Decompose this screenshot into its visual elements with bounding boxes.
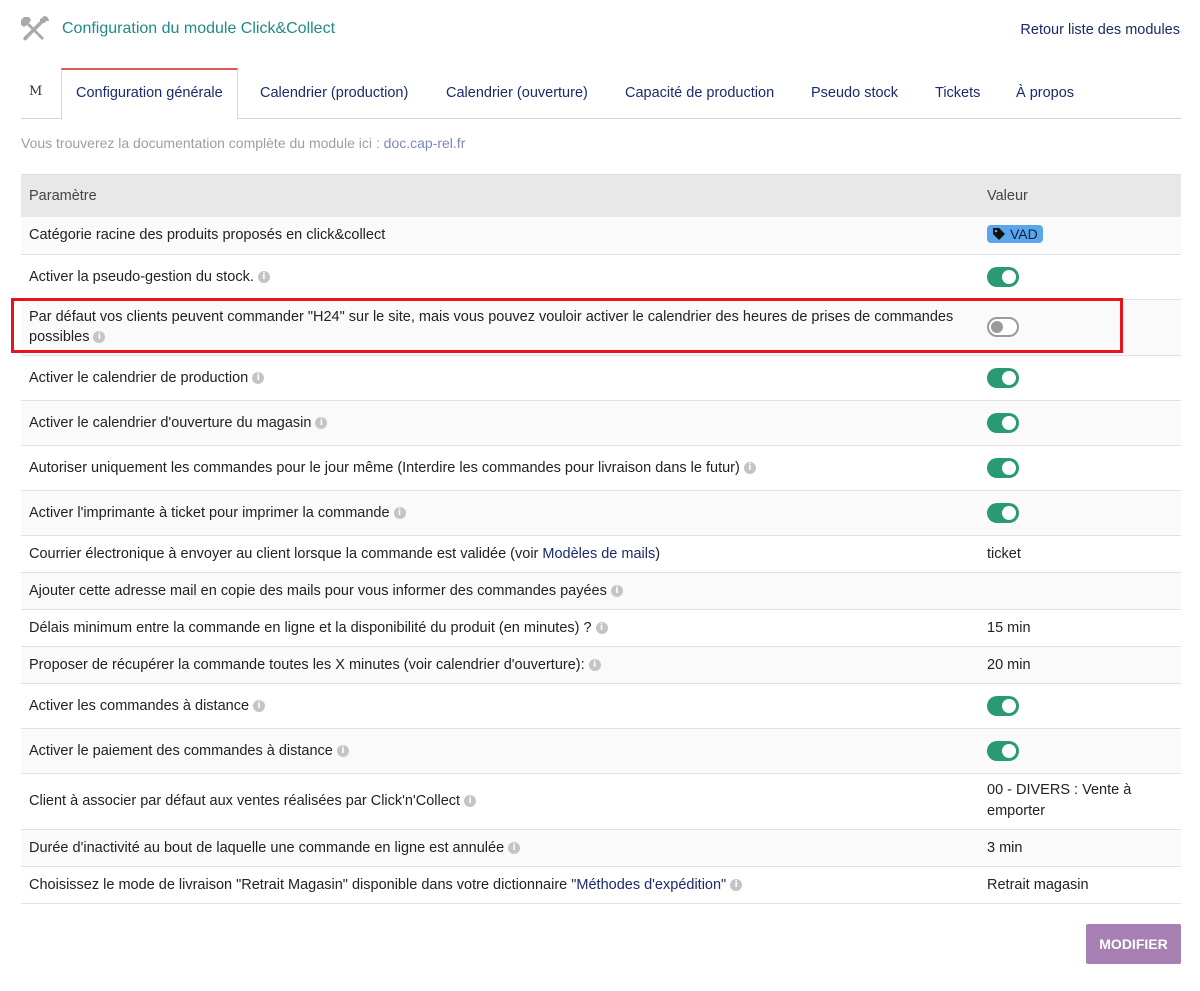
documentation-link[interactable]: doc.cap-rel.fr (384, 135, 466, 151)
tab-capacite-production[interactable]: Capacité de production (625, 68, 774, 118)
row-value: Retrait magasin (979, 866, 1181, 904)
mail-templates-link[interactable]: Modèles de mails (542, 546, 655, 562)
info-icon[interactable]: i (610, 584, 623, 597)
row-label: Activer les commandes à distance (29, 697, 250, 714)
row-value: 3 min (979, 829, 1181, 867)
tab-tickets[interactable]: Tickets (935, 68, 980, 118)
row-label: Catégorie racine des produits proposés e… (21, 217, 979, 255)
table-row: Activer le calendrier d'ouverture du mag… (21, 400, 1181, 446)
info-icon[interactable]: i (588, 658, 601, 671)
row-label: Client à associer par défaut aux ventes … (29, 793, 461, 809)
table-row: Activer l'imprimante à ticket pour impri… (21, 490, 1181, 536)
row-label: Activer la pseudo-gestion du stock. (29, 268, 254, 285)
row-value (979, 572, 1181, 610)
info-icon[interactable]: i (743, 461, 756, 474)
info-icon[interactable]: i (595, 621, 608, 634)
row-label: Courrier électronique à envoyer au clien… (29, 545, 543, 562)
row-label: Ajouter cette adresse mail en copie des … (29, 582, 607, 599)
row-label: Proposer de récupérer la commande toutes… (29, 656, 585, 673)
page-header: Configuration du module Click&Collect Re… (20, 14, 1180, 46)
table-row: Courrier électronique à envoyer au clien… (21, 535, 1181, 573)
info-icon[interactable]: i (253, 699, 266, 712)
category-tag[interactable]: VAD (987, 225, 1043, 244)
row-label: Autoriser uniquement les commandes pour … (29, 459, 740, 476)
table-row: Client à associer par défaut aux ventes … (21, 773, 1181, 830)
back-to-modules-link[interactable]: Retour liste des modules (1020, 22, 1180, 38)
column-header-parametre: Paramètre (21, 174, 979, 217)
toggle-remote-payment[interactable] (987, 740, 1019, 761)
info-icon[interactable]: i (393, 506, 406, 519)
row-value: 15 min (979, 609, 1181, 647)
info-icon[interactable]: i (464, 795, 477, 808)
info-icon[interactable]: i (336, 744, 349, 757)
modify-button[interactable]: MODIFIER (1086, 924, 1181, 964)
documentation-note: Vous trouverez la documentation complète… (21, 135, 465, 151)
row-label: Durée d'inactivité au bout de laquelle u… (29, 839, 505, 856)
tab-a-propos[interactable]: À propos (1016, 68, 1074, 118)
table-row: Activer la pseudo-gestion du stock. i (21, 254, 1181, 300)
tab-bar: M Configuration générale Calendrier (pro… (21, 68, 1181, 120)
table-row: Activer le calendrier de production i (21, 355, 1181, 401)
category-tag-label: VAD (1010, 226, 1038, 243)
tab-m[interactable]: M (29, 84, 42, 99)
row-label-suffix: ) (655, 545, 661, 562)
row-label: Par défaut vos clients peuvent commander… (29, 309, 954, 345)
table-row: Proposer de récupérer la commande toutes… (21, 646, 1181, 684)
documentation-text: Vous trouverez la documentation complète… (21, 135, 384, 151)
info-icon[interactable]: i (730, 878, 743, 891)
table-row: Par défaut vos clients peuvent commander… (21, 299, 1181, 356)
row-value: 00 - DIVERS : Vente à emporter (979, 773, 1181, 830)
row-label: Activer le paiement des commandes à dist… (29, 742, 333, 759)
tag-icon (993, 228, 1005, 241)
toggle-h24-calendar[interactable] (987, 317, 1019, 337)
parameters-table: Paramètre Valeur Catégorie racine des pr… (21, 174, 1181, 904)
table-row: Durée d'inactivité au bout de laquelle u… (21, 829, 1181, 867)
table-row: Activer le paiement des commandes à dist… (21, 728, 1181, 774)
tab-calendrier-ouverture[interactable]: Calendrier (ouverture) (446, 68, 588, 118)
toggle-ticket-printer[interactable] (987, 502, 1019, 523)
row-value: ticket (979, 535, 1181, 573)
table-row: Autoriser uniquement les commandes pour … (21, 445, 1181, 491)
table-row: Catégorie racine des produits proposés e… (21, 217, 1181, 255)
row-value: 20 min (979, 646, 1181, 684)
toggle-same-day-orders[interactable] (987, 457, 1019, 478)
toggle-production-calendar[interactable] (987, 367, 1019, 388)
page-title: Configuration du module Click&Collect (62, 20, 336, 37)
table-row: Activer les commandes à distance i (21, 683, 1181, 729)
row-label: Délais minimum entre la commande en lign… (29, 619, 592, 636)
shipping-methods-link[interactable]: "Méthodes d'expédition" (571, 877, 726, 893)
table-row: Délais minimum entre la commande en lign… (21, 609, 1181, 647)
info-icon[interactable]: i (257, 270, 270, 283)
tab-calendrier-production[interactable]: Calendrier (production) (260, 68, 408, 118)
table-row: Choisissez le mode de livraison "Retrait… (21, 866, 1181, 904)
tab-pseudo-stock[interactable]: Pseudo stock (811, 68, 898, 118)
toggle-opening-calendar[interactable] (987, 412, 1019, 433)
info-icon[interactable]: i (252, 371, 265, 384)
info-icon[interactable]: i (93, 331, 106, 344)
tab-configuration-generale[interactable]: Configuration générale (61, 68, 238, 120)
info-icon[interactable]: i (508, 841, 521, 854)
tools-icon (21, 16, 49, 41)
info-icon[interactable]: i (315, 416, 328, 429)
table-row: Ajouter cette adresse mail en copie des … (21, 572, 1181, 610)
toggle-remote-orders[interactable] (987, 695, 1019, 716)
row-label: Choisissez le mode de livraison "Retrait… (29, 876, 572, 893)
row-label: Activer l'imprimante à ticket pour impri… (29, 504, 390, 521)
row-label: Activer le calendrier de production (29, 369, 249, 386)
column-header-valeur: Valeur (979, 174, 1181, 217)
row-label: Activer le calendrier d'ouverture du mag… (29, 414, 312, 431)
toggle-pseudo-stock[interactable] (987, 266, 1019, 287)
